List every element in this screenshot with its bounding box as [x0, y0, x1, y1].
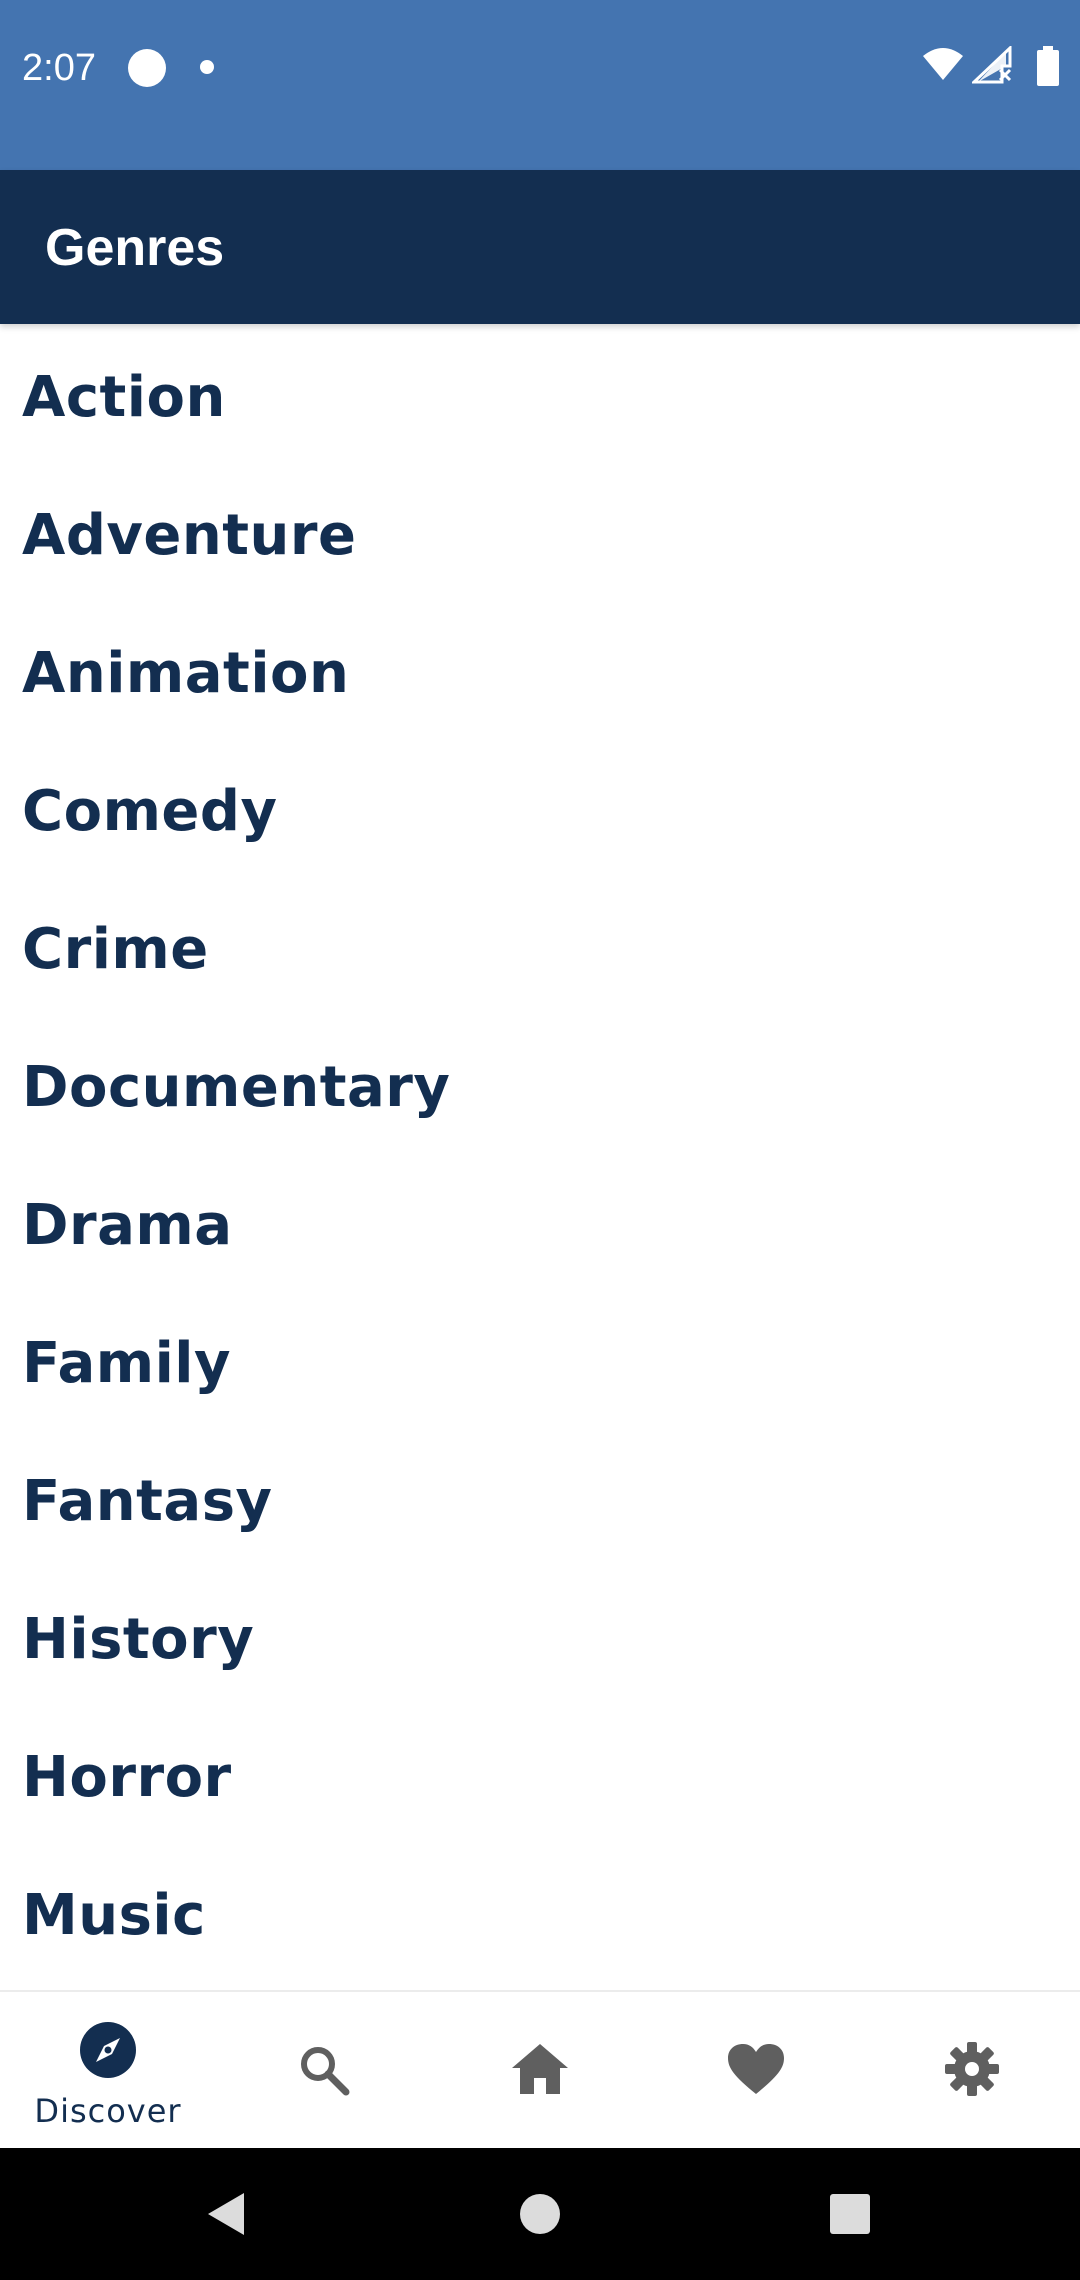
genre-item-drama[interactable]: Drama [0, 1156, 1080, 1294]
system-back-button[interactable] [166, 2148, 286, 2280]
genre-item-crime[interactable]: Crime [0, 880, 1080, 1018]
back-icon [208, 2193, 244, 2235]
home-circle-icon [520, 2194, 560, 2234]
system-recents-button[interactable] [790, 2148, 910, 2280]
heart-icon [728, 2044, 784, 2094]
genre-item-action[interactable]: Action [0, 328, 1080, 466]
search-icon [301, 2047, 350, 2096]
nav-item-settings[interactable] [864, 1992, 1080, 2150]
recents-icon [830, 2194, 870, 2234]
nav-item-home[interactable] [432, 1992, 648, 2150]
status-time: 2:07 [22, 47, 96, 89]
genre-item-family[interactable]: Family [0, 1294, 1080, 1432]
genre-item-horror[interactable]: Horror [0, 1708, 1080, 1846]
genre-item-comedy[interactable]: Comedy [0, 742, 1080, 880]
gear-icon [945, 2042, 999, 2096]
home-icon [512, 2044, 568, 2094]
bottom-nav: Discover [0, 1990, 1080, 2148]
nav-item-search[interactable] [216, 1992, 432, 2150]
genre-list[interactable]: Action Adventure Animation Comedy Crime … [0, 328, 1080, 1990]
battery-icon [1037, 46, 1059, 86]
genre-item-adventure[interactable]: Adventure [0, 466, 1080, 604]
app-bar: Genres [0, 170, 1080, 324]
notification-dot-icon [128, 49, 166, 87]
genre-item-animation[interactable]: Animation [0, 604, 1080, 742]
page-title: Genres [45, 219, 225, 277]
genre-item-history[interactable]: History [0, 1570, 1080, 1708]
nav-item-discover[interactable]: Discover [0, 1992, 216, 2150]
wifi-icon [923, 48, 963, 80]
genre-item-music[interactable]: Music [0, 1846, 1080, 1984]
system-home-button[interactable] [480, 2148, 600, 2280]
system-nav-bar [0, 2148, 1080, 2280]
status-bar: 2:07 [0, 0, 1080, 170]
genre-item-documentary[interactable]: Documentary [0, 1018, 1080, 1156]
cellular-no-service-icon [972, 46, 1012, 84]
nav-item-favorites[interactable] [648, 1992, 864, 2150]
compass-icon [80, 2022, 136, 2078]
genre-item-fantasy[interactable]: Fantasy [0, 1432, 1080, 1570]
small-dot-icon [200, 60, 214, 74]
nav-label-discover: Discover [34, 2092, 182, 2130]
